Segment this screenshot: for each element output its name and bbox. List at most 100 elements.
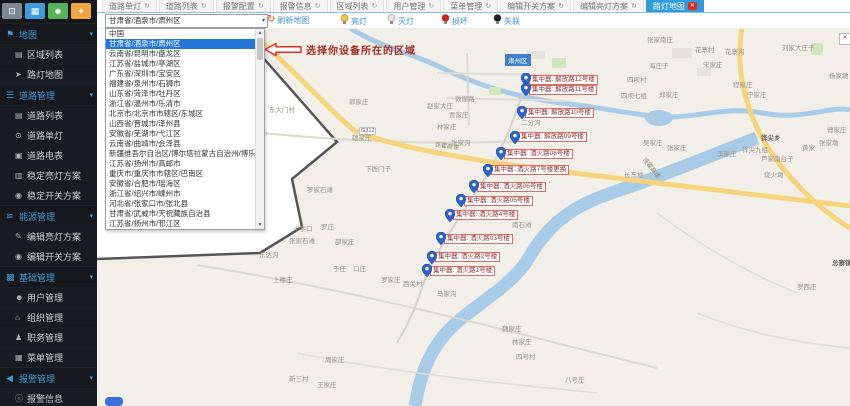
map-place-label: 魏家庄	[502, 323, 522, 333]
tab-item[interactable]: 区域列表↻	[330, 0, 385, 12]
sidebar-item[interactable]: ✎编辑亮灯方案	[0, 226, 97, 246]
road-minor	[297, 213, 850, 393]
tab-item[interactable]: 编辑开关方案↻	[500, 0, 571, 12]
region-option[interactable]: 山东省/菏泽市/牡丹区	[106, 89, 264, 99]
shield-button[interactable]: ✦	[71, 3, 91, 19]
region-option[interactable]: 浙江省/绍兴市/嵊州市	[106, 189, 264, 199]
tab-label: 报警信息	[280, 1, 312, 12]
region-option[interactable]: 浙江省/温州市/乐清市	[106, 99, 264, 109]
map-pin-icon[interactable]	[517, 106, 527, 119]
sidebar-item-label: 菜单管理	[27, 351, 63, 364]
tab-active[interactable]: 路灯地图✕	[646, 0, 704, 12]
region-option[interactable]: 甘肃省/酒泉市/肃州区	[106, 39, 264, 49]
map-pin-icon[interactable]	[445, 209, 455, 222]
region-option[interactable]: 安徽省/芜湖市/弋江区	[106, 129, 264, 139]
sidebar-item[interactable]: ◉稳定开关方案	[0, 185, 97, 205]
legend-item-亮灯[interactable]: 亮灯	[340, 14, 367, 28]
region-option[interactable]: 广东省/深圳市/宝安区	[106, 69, 264, 79]
region-option[interactable]: 新疆维吾尔自治区/博尔塔拉蒙古自治州/博乐市	[106, 149, 264, 159]
refresh-map-button[interactable]: ↻ 刷新地图	[267, 14, 309, 26]
region-option[interactable]: 中国	[106, 29, 264, 39]
tab-refresh-icon[interactable]: ↻	[372, 2, 378, 10]
user-button[interactable]: ☻	[48, 3, 68, 19]
sidebar-item[interactable]: ▣道路电表	[0, 145, 97, 165]
sidebar-group[interactable]: ≋能源管理▾	[0, 205, 97, 226]
tab-refresh-icon[interactable]: ↻	[144, 2, 150, 10]
region-option[interactable]: 北京市/北京市市辖区/东城区	[106, 109, 264, 119]
region-option[interactable]: 江苏省/盐城市/亭湖区	[106, 59, 264, 69]
sidebar-item[interactable]: ⊙道路单灯	[0, 125, 97, 145]
tab-refresh-icon[interactable]: ↻	[258, 2, 264, 10]
tab-item[interactable]: 编辑亮灯方案↻	[573, 0, 644, 12]
region-select[interactable]: 甘肃省/酒泉市/肃州区 ▾	[105, 14, 268, 28]
bulb-icon	[493, 14, 502, 28]
tab-refresh-icon[interactable]: ↻	[631, 2, 637, 10]
map-place-label: 下衙门子	[365, 163, 391, 173]
region-option[interactable]: 山西省/晋城市/泽州县	[106, 119, 264, 129]
monitor-button[interactable]: ⊡	[2, 3, 22, 19]
map-pin-icon[interactable]	[483, 164, 493, 177]
tab-refresh-icon[interactable]: ↻	[558, 2, 564, 10]
sidebar-item[interactable]: ▦菜单管理	[0, 347, 97, 367]
map-pin-icon[interactable]	[521, 83, 531, 96]
tab-refresh-icon[interactable]: ↻	[428, 2, 434, 10]
sidebar-item[interactable]: ♟职务管理	[0, 327, 97, 347]
legend-item-灭灯[interactable]: 灭灯	[387, 14, 414, 28]
sidebar-group[interactable]: ⚑地图▾	[0, 23, 97, 44]
sidebar-item[interactable]: ▥稳定亮灯方案	[0, 165, 97, 185]
tab-item[interactable]: 道路单灯↻	[102, 0, 157, 12]
sidebar-group[interactable]: ☰道路管理▾	[0, 84, 97, 105]
scroll-down-icon[interactable]: ▼	[256, 222, 264, 228]
region-option[interactable]: 安徽省/合肥市/瑶海区	[106, 179, 264, 189]
map-pin-icon[interactable]	[496, 147, 506, 160]
region-option[interactable]: 云南省/曲靖市/会泽县	[106, 139, 264, 149]
tab-refresh-icon[interactable]: ↻	[485, 2, 491, 10]
region-option[interactable]: 重庆市/重庆市市辖区/巴南区	[106, 169, 264, 179]
map-place-label: 四号村	[516, 351, 536, 361]
sidebar-item[interactable]: ⓘ报警信息	[0, 388, 97, 406]
map-close-control[interactable]: ✕	[839, 33, 850, 45]
region-option[interactable]: 云南省/昆明市/盘龙区	[106, 49, 264, 59]
sidebar-item[interactable]: ▤道路列表	[0, 105, 97, 125]
region-option[interactable]: 江苏省/扬州市/高邮市	[106, 159, 264, 169]
map-pin-icon[interactable]	[510, 131, 520, 144]
map-pin-icon[interactable]	[436, 232, 446, 245]
map-place-label: 李家庄	[717, 148, 737, 158]
sidebar-item-label: 报警信息	[27, 392, 63, 405]
sidebar-item[interactable]: ➤路灯地图	[0, 64, 97, 84]
tab-item[interactable]: 报警配置↻	[216, 0, 271, 12]
scroll-up-icon[interactable]: ▲	[256, 30, 264, 36]
tab-close-icon[interactable]: ✕	[688, 2, 697, 10]
sidebar-group[interactable]: ▩基础管理▾	[0, 266, 97, 287]
map-pin-icon[interactable]	[427, 251, 437, 264]
sidebar-group-label: 报警管理	[19, 372, 89, 385]
map-place-label: 铧尖乡	[761, 132, 781, 142]
map-place-label: 吴家庄	[643, 137, 663, 147]
map-pin-icon[interactable]	[469, 180, 479, 193]
region-dropdown-list: 中国甘肃省/酒泉市/肃州区云南省/昆明市/盘龙区江苏省/盐城市/亭湖区广东省/深…	[105, 28, 265, 230]
tab-item[interactable]: 用户管理↻	[386, 0, 441, 12]
region-option[interactable]: 甘肃省/武威市/天祝藏族自治县	[106, 209, 264, 219]
tab-item[interactable]: 报警信息↻	[273, 0, 328, 12]
legend-item-失联[interactable]: 失联	[493, 14, 520, 28]
modules-button[interactable]: ▦	[25, 3, 45, 19]
tab-refresh-icon[interactable]: ↻	[315, 2, 321, 10]
sidebar-item[interactable]: ▤区域列表	[0, 44, 97, 64]
sidebar-item[interactable]: ⌂组织管理	[0, 307, 97, 327]
dropdown-scrollbar[interactable]: ▲ ▼	[255, 29, 264, 229]
region-option[interactable]: 河北省/张家口市/张北县	[106, 199, 264, 209]
legend-item-损坏[interactable]: 损坏	[441, 14, 468, 28]
region-option[interactable]: 江苏省/扬州市/邗江区	[106, 219, 264, 229]
map-pin-icon[interactable]	[422, 264, 432, 277]
map-pin-icon[interactable]	[456, 194, 466, 207]
tab-item[interactable]: 道路列表↻	[159, 0, 214, 12]
sidebar-item[interactable]: ◉编辑开关方案	[0, 246, 97, 266]
tab-item[interactable]: 菜单管理↻	[443, 0, 498, 12]
sidebar-item[interactable]: ☻用户管理	[0, 287, 97, 307]
scrollbar-thumb[interactable]	[257, 38, 263, 60]
tab-refresh-icon[interactable]: ↻	[201, 2, 207, 10]
road-meter-icon: ▣	[15, 151, 27, 160]
map-place-label: 宋家庄	[703, 59, 723, 69]
region-option[interactable]: 福建省/泉州市/石狮市	[106, 79, 264, 89]
sidebar-group[interactable]: ◀报警管理▾	[0, 367, 97, 388]
